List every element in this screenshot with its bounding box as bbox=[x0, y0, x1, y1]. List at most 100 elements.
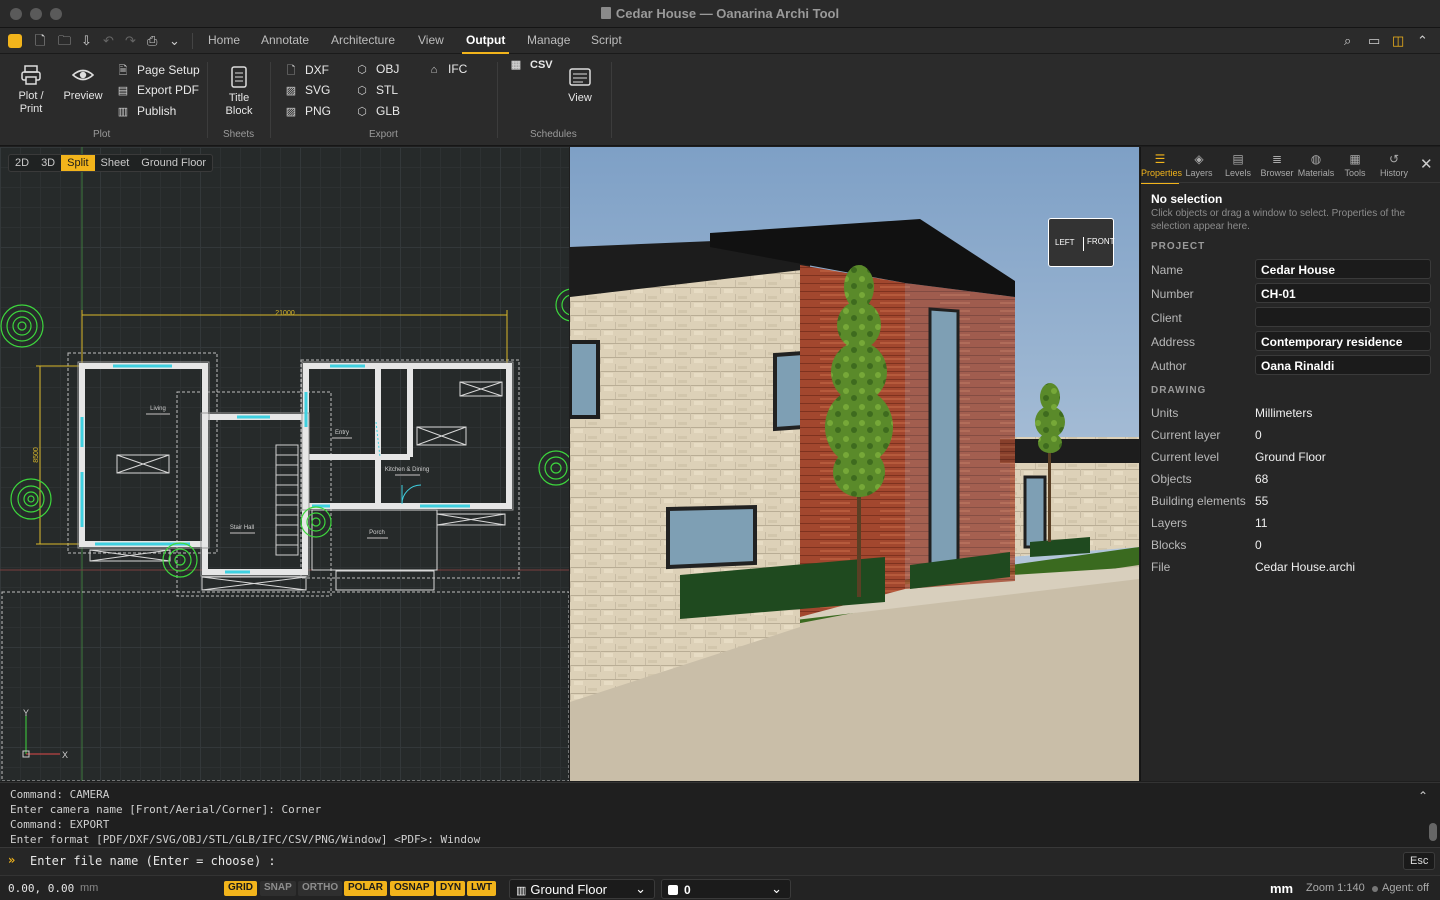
toggle-osnap[interactable]: OSNAP bbox=[390, 881, 434, 896]
view-tab-level[interactable]: Ground Floor bbox=[135, 155, 212, 171]
door-swing bbox=[401, 484, 422, 505]
list-icon: ≣ bbox=[1271, 152, 1283, 166]
project-author-field[interactable]: Oana Rinaldi bbox=[1255, 355, 1431, 375]
project-client-field[interactable] bbox=[1255, 307, 1431, 327]
sliders-icon: ☰ bbox=[1154, 152, 1166, 166]
panel-tab-properties[interactable]: ☰ Properties bbox=[1141, 152, 1182, 184]
schedule-view-button[interactable]: View bbox=[564, 66, 596, 105]
toggle-ortho[interactable]: ORTHO bbox=[298, 881, 343, 896]
export-svg-button[interactable]: ▨ SVG bbox=[284, 83, 331, 97]
toggle-grid[interactable]: GRID bbox=[224, 881, 257, 896]
search-icon[interactable]: ⌕ bbox=[1344, 33, 1351, 49]
panel-tab-levels[interactable]: ▤ Levels bbox=[1219, 152, 1257, 178]
palette-icon: ◍ bbox=[1310, 152, 1322, 166]
view-tab-sheet[interactable]: Sheet bbox=[95, 155, 136, 171]
command-line[interactable]: » Enter file name (Enter = choose) : Esc bbox=[0, 847, 1440, 875]
title-block-button[interactable]: Title Block bbox=[218, 66, 260, 118]
3d-viewport[interactable]: LEFT FRONT bbox=[570, 147, 1139, 781]
project-number-field[interactable]: CH-01 bbox=[1255, 283, 1431, 303]
panel-tab-history[interactable]: ↺ History bbox=[1375, 152, 1413, 178]
panel-tab-browser[interactable]: ≣ Browser bbox=[1258, 152, 1296, 178]
redo-icon[interactable]: ↷ bbox=[125, 33, 136, 49]
image-icon: ▨ bbox=[285, 85, 297, 97]
panel-tab-materials[interactable]: ◍ Materials bbox=[1297, 152, 1335, 178]
prop-value-current-level: Ground Floor bbox=[1255, 450, 1326, 464]
toggle-polar[interactable]: POLAR bbox=[344, 881, 387, 896]
export-png-button[interactable]: ▨ PNG bbox=[284, 104, 331, 118]
history-scrollbar[interactable] bbox=[1429, 823, 1437, 841]
chevron-down-icon: ⌄ bbox=[771, 881, 782, 896]
layer-dropdown[interactable]: 0 ⌄ bbox=[661, 879, 791, 899]
view-cube-left[interactable]: LEFT bbox=[1055, 238, 1075, 247]
agent-status[interactable]: Agent: off bbox=[1382, 882, 1429, 894]
tab-script[interactable]: Script bbox=[591, 33, 622, 47]
prop-label-layers: Layers bbox=[1151, 516, 1188, 530]
preview-button[interactable]: Preview bbox=[60, 64, 106, 103]
panel-tab-layers[interactable]: ◈ Layers bbox=[1180, 152, 1218, 178]
close-icon[interactable]: ✕ bbox=[1420, 155, 1433, 173]
chevron-down-icon[interactable]: ⌄ bbox=[169, 33, 180, 49]
view-cube-front[interactable]: FRONT bbox=[1083, 237, 1115, 251]
view-tab-3d[interactable]: 3D bbox=[35, 155, 61, 171]
view-tab-2d[interactable]: 2D bbox=[9, 155, 35, 171]
menu-row: 🗋 🗀 ⇩ ↶ ↷ ⎙ ⌄ Home Annotate Architecture… bbox=[0, 28, 1440, 54]
export-csv-button[interactable]: ▦ CSV bbox=[509, 58, 553, 71]
app-logo-icon[interactable] bbox=[8, 34, 22, 48]
plot-print-button[interactable]: Plot / Print bbox=[10, 64, 52, 116]
prop-value-building-elements: 55 bbox=[1255, 494, 1269, 508]
new-file-icon[interactable]: 🗋 bbox=[35, 33, 45, 49]
view-tab-split[interactable]: Split bbox=[61, 155, 95, 171]
ribbon-separator bbox=[497, 62, 498, 138]
room-label-entry: Entry bbox=[335, 430, 349, 436]
view-cube[interactable]: LEFT FRONT bbox=[1048, 218, 1115, 267]
toggle-lwt[interactable]: LWT bbox=[467, 881, 497, 896]
collapse-ribbon-icon[interactable]: ⌃ bbox=[1417, 33, 1428, 49]
open-folder-icon[interactable]: 🗀 bbox=[58, 33, 71, 49]
level-dropdown[interactable]: ▥ Ground Floor ⌄ bbox=[509, 879, 655, 899]
export-glb-button[interactable]: ⬡ GLB bbox=[355, 104, 400, 118]
project-name-field[interactable]: Cedar House bbox=[1255, 259, 1431, 279]
command-history-line: Command: CAMERA bbox=[10, 788, 110, 801]
publish-button[interactable]: ▥ Publish bbox=[116, 104, 177, 118]
print-icon[interactable]: ⎙ bbox=[147, 33, 157, 49]
prop-label-number: Number bbox=[1151, 287, 1194, 301]
prop-label-current-level: Current level bbox=[1151, 450, 1220, 464]
panel-tab-tools[interactable]: ▦ Tools bbox=[1336, 152, 1374, 178]
export-obj-button[interactable]: ⬡ OBJ bbox=[355, 62, 399, 76]
preview-label: Preview bbox=[63, 90, 103, 102]
prop-value-current-layer: 0 bbox=[1255, 428, 1262, 442]
floor-plan-drawing[interactable]: 21000 8500 Living Entry Kitchen & Dining… bbox=[0, 147, 569, 781]
building-icon: ▥ bbox=[516, 885, 527, 897]
tab-view[interactable]: View bbox=[418, 33, 444, 47]
layer-dropdown-value: 0 bbox=[684, 883, 691, 897]
export-pdf-button[interactable]: ▤ Export PDF bbox=[116, 83, 199, 97]
tab-annotate[interactable]: Annotate bbox=[261, 33, 309, 47]
fullscreen-icon[interactable]: ▭ bbox=[1368, 33, 1380, 49]
export-dxf-button[interactable]: 🗋 DXF bbox=[284, 62, 329, 81]
export-ifc-button[interactable]: ⌂ IFC bbox=[427, 62, 468, 76]
page-setup-button[interactable]: 🗎 Page Setup bbox=[116, 62, 200, 81]
tab-output[interactable]: Output bbox=[461, 33, 510, 54]
toggle-snap[interactable]: SNAP bbox=[260, 881, 296, 896]
export-stl-button[interactable]: ⬡ STL bbox=[355, 83, 398, 97]
save-icon[interactable]: ⇩ bbox=[81, 33, 92, 49]
zoom-indicator[interactable]: Zoom 1:140 bbox=[1306, 882, 1365, 894]
tab-architecture[interactable]: Architecture bbox=[331, 33, 395, 47]
panel-toggle-icon[interactable]: ◫ bbox=[1392, 33, 1404, 49]
dimension-height-label: 8500 bbox=[33, 447, 40, 463]
prop-label-name: Name bbox=[1151, 263, 1184, 277]
escape-button[interactable]: Esc bbox=[1403, 852, 1436, 870]
section-header-project: PROJECT bbox=[1151, 241, 1206, 252]
expand-history-icon[interactable]: ⌃ bbox=[1418, 789, 1428, 803]
agent-status-dot bbox=[1372, 886, 1378, 892]
undo-icon[interactable]: ↶ bbox=[103, 33, 114, 49]
prop-label-building-elements: Building elements bbox=[1151, 494, 1246, 508]
tab-home[interactable]: Home bbox=[208, 33, 240, 47]
project-address-field[interactable]: Contemporary residence bbox=[1255, 331, 1431, 351]
command-prompt-text[interactable]: Enter file name (Enter = choose) : bbox=[30, 854, 276, 868]
tab-manage[interactable]: Manage bbox=[527, 33, 570, 47]
properties-panel: ☰ Properties ◈ Layers ▤ Levels ≣ Browser ◍ Ma… bbox=[1140, 147, 1440, 781]
units-indicator[interactable]: mm bbox=[1270, 881, 1293, 896]
toggle-dyn[interactable]: DYN bbox=[436, 881, 466, 896]
plan-viewport[interactable]: 21000 8500 Living Entry Kitchen & Dining… bbox=[0, 147, 569, 781]
